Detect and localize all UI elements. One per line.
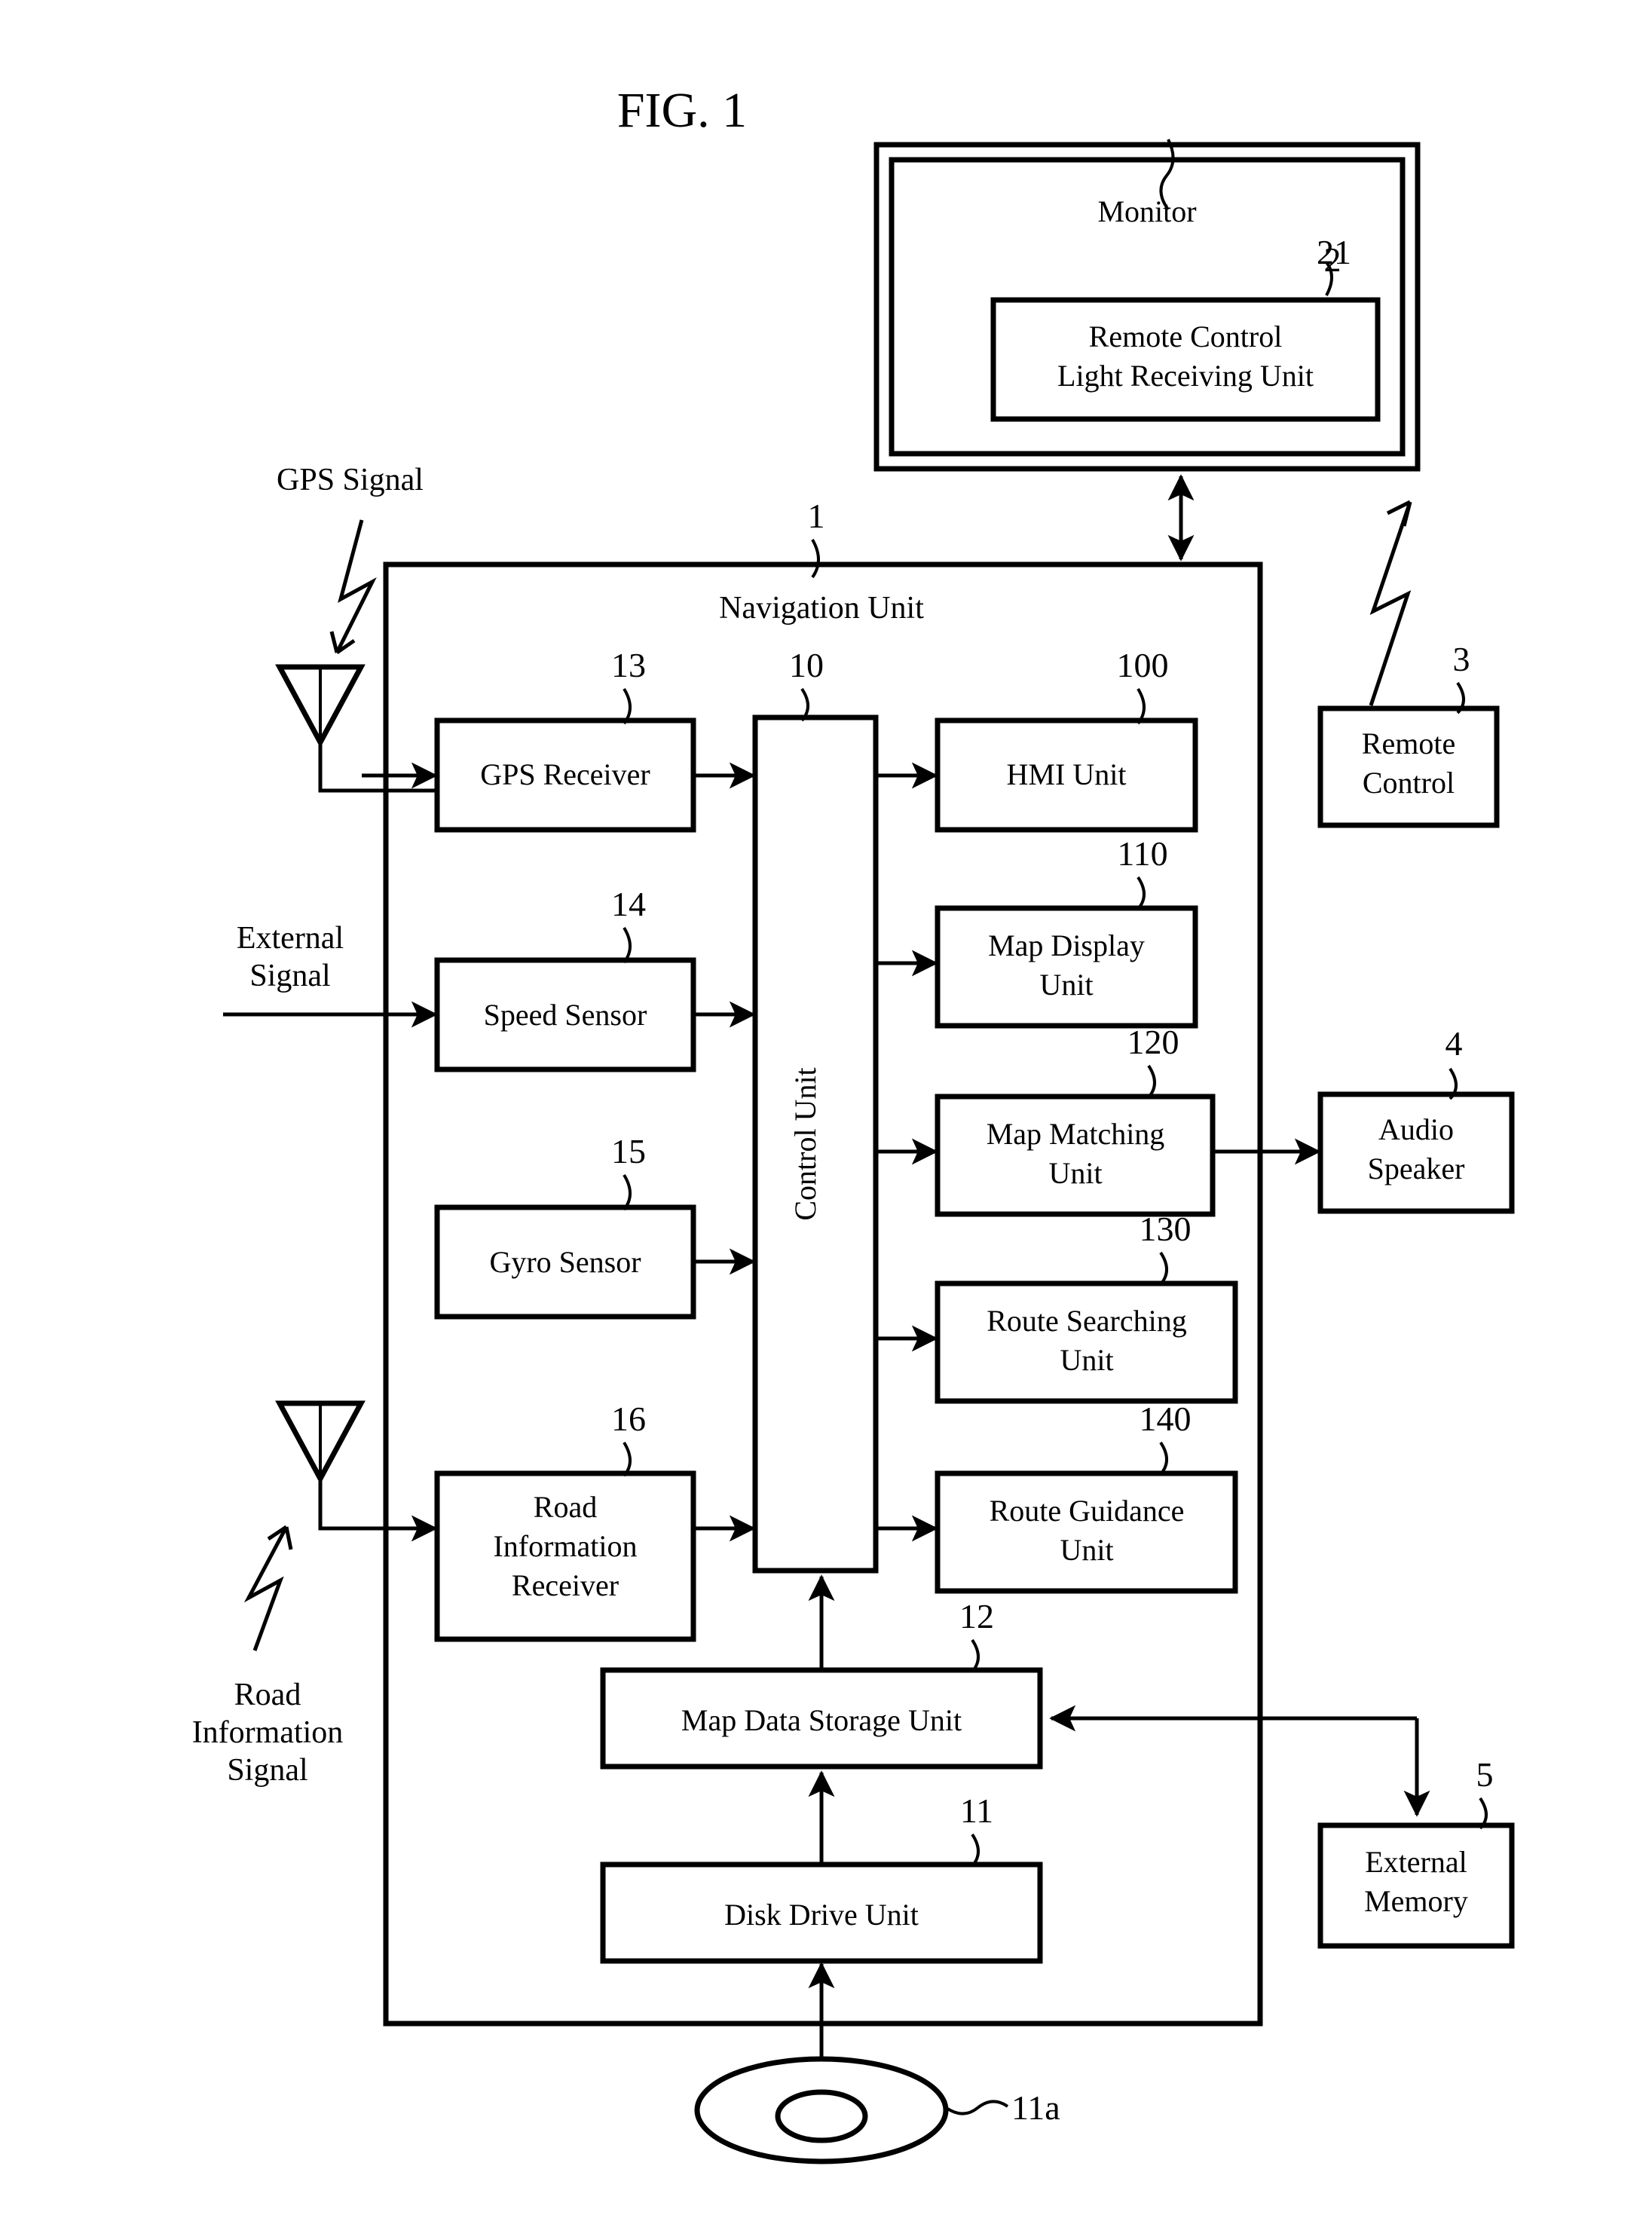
external-memory-ref-number: 5: [1476, 1755, 1494, 1794]
map-display-unit-ref-number: 110: [1117, 834, 1167, 873]
road-information-receiver-ref-leader: [623, 1441, 632, 1477]
gps-receiver-label: GPS Receiver: [480, 757, 650, 791]
speed-sensor-ref-number: 14: [611, 885, 646, 923]
road-information-signal-label-line2: Information: [192, 1715, 344, 1750]
route-guidance-unit-ref-leader: [1159, 1441, 1168, 1476]
external-memory-label-line1: External: [1365, 1845, 1467, 1879]
gps-signal-label: GPS Signal: [277, 463, 424, 497]
gps-antenna-feed: [318, 742, 437, 793]
route-guidance-unit-label-line1: Route Guidance: [990, 1494, 1185, 1528]
patent-figure: FIG. 1 Monitor 2 Remote Control Light Re…: [0, 0, 1652, 2221]
road-information-signal-label-line1: Road: [234, 1678, 301, 1712]
speed-sensor-label: Speed Sensor: [484, 998, 647, 1032]
route-guidance-unit-ref-number: 140: [1140, 1400, 1192, 1438]
map-data-storage-unit-ref-number: 12: [959, 1597, 994, 1635]
disc-hole-ellipse: [775, 2089, 868, 2143]
route-searching-unit-label-line2: Unit: [1060, 1343, 1113, 1377]
road-information-signal-bolt: [243, 1525, 289, 1651]
route-searching-unit-ref-leader: [1159, 1251, 1168, 1286]
disk-drive-unit-label: Disk Drive Unit: [724, 1898, 919, 1932]
remote-control-label-line2: Control: [1363, 766, 1455, 800]
audio-speaker-label-line2: Speaker: [1368, 1152, 1465, 1185]
remote-control-ref-number: 3: [1453, 640, 1470, 678]
map-display-unit-label-line2: Unit: [1039, 968, 1093, 1002]
road-information-signal-label-line3: Signal: [227, 1753, 307, 1788]
route-guidance-unit-box: [935, 1470, 1238, 1594]
audio-speaker-label-line1: Audio: [1378, 1112, 1454, 1146]
disc-ref-number: 11a: [1011, 2088, 1060, 2127]
gyro-sensor-ref-number: 15: [611, 1132, 646, 1170]
route-guidance-unit-label-line2: Unit: [1060, 1533, 1113, 1567]
remote-light-receiving-unit-label-line1: Remote Control: [1089, 320, 1283, 353]
control-unit-label: Control Unit: [788, 1067, 822, 1220]
remote-light-receiving-unit-ref-number: 21: [1317, 233, 1351, 271]
route-searching-unit-box: [935, 1280, 1238, 1404]
route-searching-unit-ref-number: 130: [1140, 1210, 1192, 1248]
gyro-sensor-ref-leader: [623, 1173, 632, 1211]
figure-title: FIG. 1: [617, 83, 747, 138]
remote-control-ir-bolt-arrowhead: [1386, 500, 1412, 527]
external-signal-label-line2: Signal: [249, 959, 330, 993]
gyro-sensor-label: Gyro Sensor: [489, 1245, 641, 1279]
road-information-receiver-label-line2: Information: [493, 1529, 637, 1563]
map-display-unit-label-line1: Map Display: [988, 928, 1145, 962]
disk-drive-unit-ref-leader: [971, 1833, 980, 1868]
control-unit-ref-number: 10: [789, 646, 824, 684]
navigation-unit-ref-leader: [811, 539, 820, 579]
gps-signal-bolt: [335, 519, 377, 654]
navigation-unit-ref-number: 1: [808, 497, 825, 535]
map-display-unit-ref-leader: [1137, 876, 1146, 910]
map-data-storage-unit-ref-leader: [971, 1638, 980, 1673]
monitor-label: Monitor: [1097, 194, 1196, 228]
figure-canvas: FIG. 1 Monitor 2 Remote Control Light Re…: [192, 83, 1515, 2164]
map-matching-unit-label-line2: Unit: [1048, 1156, 1102, 1190]
road-information-antenna-feed: [318, 1479, 437, 1531]
speed-sensor-ref-leader: [623, 926, 632, 964]
road-information-receiver-label-line3: Receiver: [512, 1568, 619, 1602]
map-display-unit-box: [935, 905, 1198, 1029]
navigation-unit-label: Navigation Unit: [719, 591, 924, 626]
hmi-unit-label: HMI Unit: [1007, 757, 1127, 791]
route-searching-unit-label-line1: Route Searching: [987, 1304, 1187, 1338]
remote-light-receiving-unit-label-line2: Light Receiving Unit: [1057, 359, 1314, 393]
map-matching-unit-label-line1: Map Matching: [987, 1117, 1165, 1151]
disk-drive-unit-ref-number: 11: [960, 1791, 993, 1830]
map-data-storage-unit-label: Map Data Storage Unit: [681, 1703, 962, 1737]
remote-control-label-line1: Remote: [1362, 727, 1455, 760]
disc-ref-leader: [943, 2100, 1009, 2115]
hmi-unit-ref-number: 100: [1117, 646, 1169, 684]
road-information-receiver-ref-number: 16: [611, 1400, 646, 1438]
external-memory-label-line2: Memory: [1364, 1884, 1468, 1918]
external-signal-label-line1: External: [237, 921, 344, 956]
map-matching-unit-box: [935, 1094, 1216, 1217]
map-matching-unit-ref-leader: [1147, 1064, 1156, 1099]
map-matching-unit-ref-number: 120: [1127, 1023, 1179, 1061]
remote-control-ir-bolt: [1369, 501, 1412, 706]
road-information-receiver-label-line1: Road: [534, 1490, 597, 1524]
audio-speaker-ref-number: 4: [1446, 1024, 1463, 1063]
gps-receiver-ref-number: 13: [611, 646, 646, 684]
